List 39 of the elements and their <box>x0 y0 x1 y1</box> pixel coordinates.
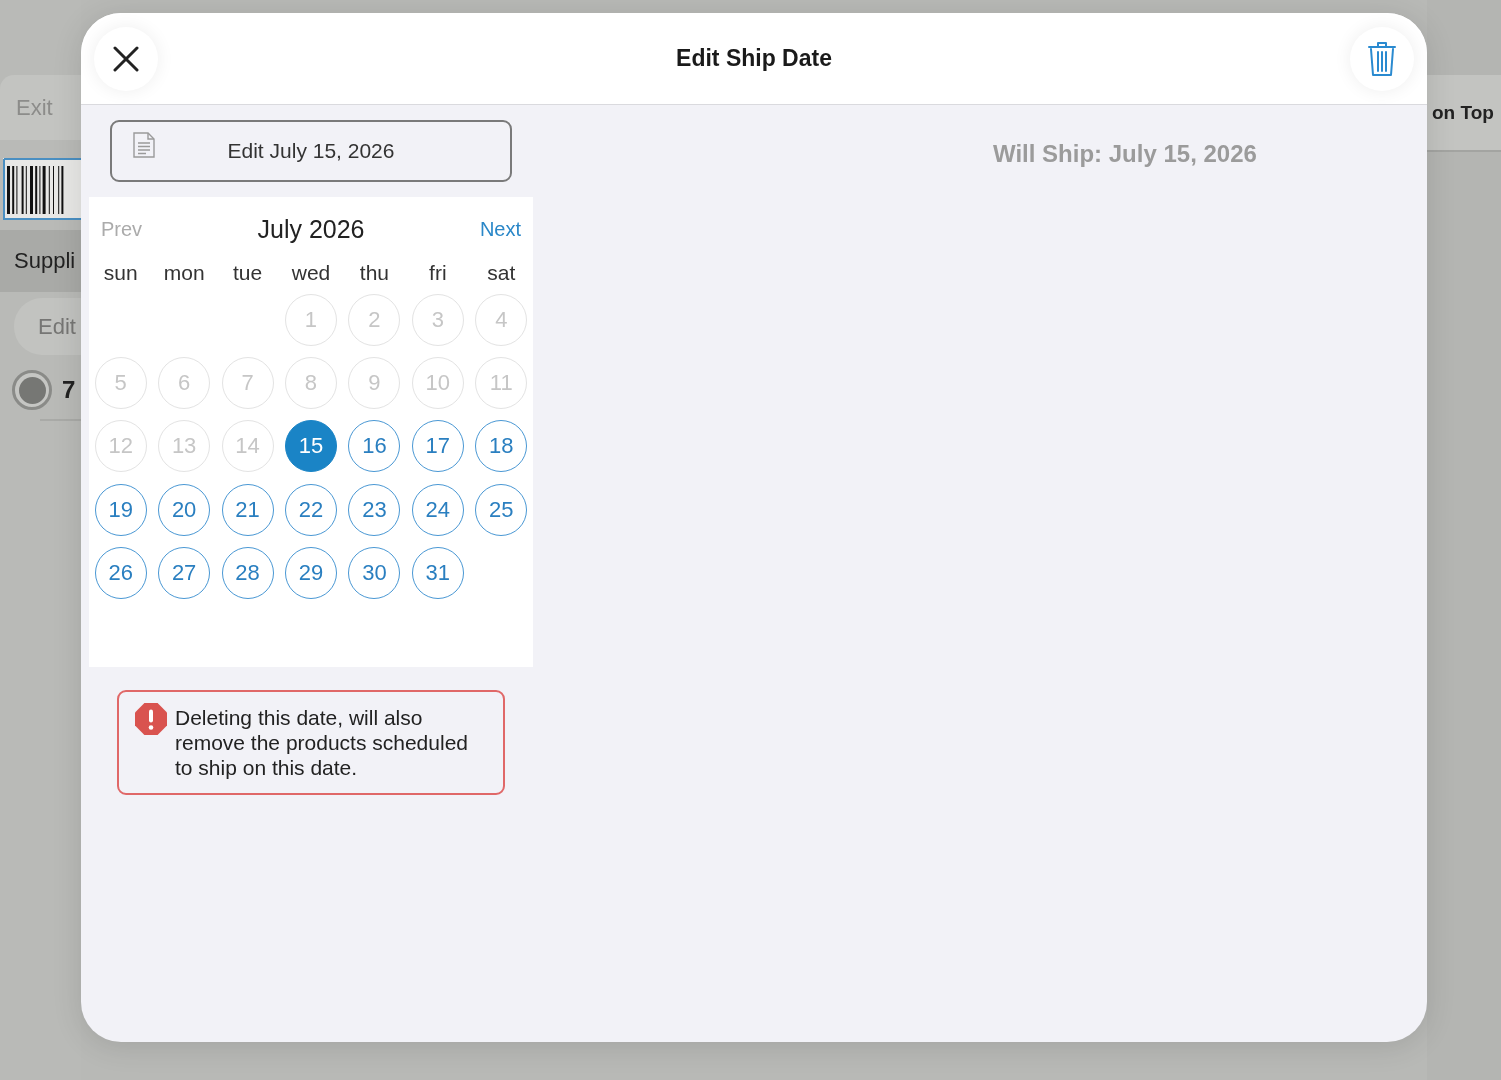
next-button[interactable]: Next <box>479 217 521 241</box>
radio-label: 7 <box>62 376 76 404</box>
ship-date-text: Will Ship: July 15, 2026 <box>993 140 1257 167</box>
weekday-label: tue <box>232 261 263 285</box>
weekday-label: mon <box>163 261 205 285</box>
section-header: Suppli <box>0 230 81 292</box>
weekday-label: fri <box>429 261 447 285</box>
edit-date-button[interactable]: Edit July 15, 2026 <box>110 120 512 182</box>
document-icon <box>133 132 155 158</box>
trash-icon <box>1368 40 1396 77</box>
calendar-day[interactable]: 15 <box>285 420 337 473</box>
calendar-day[interactable]: 23 <box>348 483 401 536</box>
calendar-day[interactable]: 19 <box>94 483 147 536</box>
close-icon <box>113 45 139 72</box>
weekday-label: thu <box>359 261 389 285</box>
weekday-label: sun <box>103 261 138 285</box>
calendar-day[interactable]: 21 <box>221 483 274 536</box>
calendar-day[interactable]: 24 <box>411 483 464 536</box>
calendar-day[interactable]: 26 <box>94 547 147 600</box>
on-top-button[interactable]: on Top <box>1432 101 1494 124</box>
calendar-day[interactable]: 31 <box>411 547 464 600</box>
warning-text: Deleting this date, will also remove the products scheduled to ship on this date. <box>175 705 469 780</box>
month-title: July 2026 <box>257 214 365 244</box>
calendar-day[interactable]: 16 <box>348 420 401 473</box>
calendar-day[interactable]: 17 <box>411 420 464 473</box>
weekday-label: wed <box>291 261 331 285</box>
calendar-day[interactable]: 30 <box>348 547 401 600</box>
calendar-day[interactable]: 18 <box>475 420 528 473</box>
radio-button[interactable] <box>12 370 52 410</box>
calendar-day[interactable]: 29 <box>285 547 337 600</box>
edit-button[interactable]: Edit <box>14 298 81 355</box>
dialog-title: Edit Ship Date <box>676 45 832 72</box>
weekday-label: sat <box>487 261 516 285</box>
calendar-day[interactable]: 28 <box>221 547 274 600</box>
warning-icon <box>135 703 167 735</box>
calendar-day[interactable]: 27 <box>158 547 211 600</box>
calendar-day[interactable]: 20 <box>158 483 211 536</box>
calendar-day[interactable]: 25 <box>475 483 528 536</box>
calendar-day[interactable]: 22 <box>285 483 337 536</box>
